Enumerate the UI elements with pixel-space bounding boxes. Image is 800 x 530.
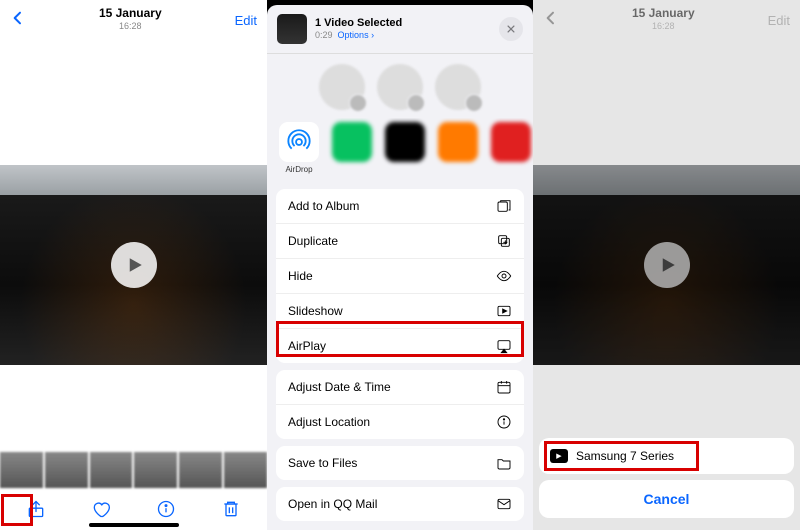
- topbar: 15 January 16:28 Edit: [0, 0, 267, 40]
- contact-avatar[interactable]: [319, 64, 365, 110]
- mail-icon: [496, 496, 512, 512]
- folder-icon: [496, 455, 512, 471]
- edit-button: Edit: [768, 13, 790, 28]
- actions-group-4: Open in QQ Mail: [276, 487, 524, 521]
- back-button[interactable]: [10, 10, 26, 31]
- airplay-popup: ▶ Samsung 7 Series Cancel: [539, 438, 794, 518]
- app-icon[interactable]: [385, 122, 425, 174]
- actions-group-2: Adjust Date & Time Adjust Location: [276, 370, 524, 439]
- contact-avatar[interactable]: [377, 64, 423, 110]
- action-add-to-album[interactable]: Add to Album: [276, 189, 524, 224]
- highlight-airplay: [276, 321, 524, 357]
- close-button[interactable]: [499, 17, 523, 41]
- share-sheet-panel: 1 Video Selected 0:29 Options › Ai: [267, 0, 533, 530]
- action-save-to-files[interactable]: Save to Files: [276, 446, 524, 480]
- thumbnail[interactable]: [224, 452, 267, 488]
- action-duplicate[interactable]: Duplicate: [276, 224, 524, 259]
- app-icon[interactable]: [332, 122, 372, 174]
- title-time: 16:28: [632, 20, 695, 33]
- play-icon: [644, 242, 690, 288]
- home-indicator: [89, 523, 179, 527]
- photos-detail-panel: 15 January 16:28 Edit: [0, 0, 267, 530]
- options-link[interactable]: Options: [338, 30, 369, 40]
- app-icon[interactable]: [438, 122, 478, 174]
- title-time: 16:28: [99, 20, 162, 33]
- video-preview-dimmed: [533, 165, 800, 365]
- action-adjust-date[interactable]: Adjust Date & Time: [276, 370, 524, 405]
- title-date: 15 January: [99, 7, 162, 20]
- contact-avatar[interactable]: [435, 64, 481, 110]
- delete-button[interactable]: [213, 491, 249, 527]
- header-thumbnail: [277, 14, 307, 44]
- contacts-row[interactable]: [267, 54, 533, 118]
- favorite-button[interactable]: [83, 491, 119, 527]
- selected-duration: 0:29: [315, 30, 333, 40]
- airdrop-icon: [279, 122, 319, 162]
- airdrop-app[interactable]: AirDrop: [279, 122, 319, 174]
- album-icon: [496, 198, 512, 214]
- thumbnail-strip[interactable]: [0, 452, 267, 488]
- thumbnail[interactable]: [0, 452, 43, 488]
- thumbnail[interactable]: [45, 452, 88, 488]
- highlight-device: [544, 441, 699, 471]
- cancel-button[interactable]: Cancel: [539, 480, 794, 518]
- calendar-icon: [496, 379, 512, 395]
- chevron-right-icon: ›: [371, 30, 374, 40]
- highlight-share: [1, 494, 33, 526]
- duplicate-icon: [496, 233, 512, 249]
- thumbnail[interactable]: [90, 452, 133, 488]
- topbar-dimmed: 15 January 16:28 Edit: [533, 0, 800, 40]
- video-preview[interactable]: [0, 165, 267, 365]
- thumbnail[interactable]: [134, 452, 177, 488]
- title-date: 15 January: [632, 7, 695, 20]
- info-icon: [496, 414, 512, 430]
- info-button[interactable]: [148, 491, 184, 527]
- action-hide[interactable]: Hide: [276, 259, 524, 294]
- back-button: [543, 10, 559, 31]
- eye-icon: [496, 268, 512, 284]
- page-title: 15 January 16:28: [99, 7, 162, 33]
- action-adjust-location[interactable]: Adjust Location: [276, 405, 524, 439]
- airplay-picker-panel: 15 January 16:28 Edit ▶ Samsung 7 Series…: [533, 0, 800, 530]
- actions-group-3: Save to Files: [276, 446, 524, 480]
- apps-row[interactable]: AirDrop: [267, 118, 533, 182]
- share-sheet: 1 Video Selected 0:29 Options › Ai: [267, 5, 533, 530]
- action-open-qqmail[interactable]: Open in QQ Mail: [276, 487, 524, 521]
- airdrop-label: AirDrop: [279, 165, 319, 174]
- play-button[interactable]: [111, 242, 157, 288]
- airplay-device-list: ▶ Samsung 7 Series: [539, 438, 794, 474]
- play-rect-icon: [496, 303, 512, 319]
- edit-button[interactable]: Edit: [235, 13, 257, 28]
- sheet-header: 1 Video Selected 0:29 Options ›: [267, 5, 533, 54]
- selected-title: 1 Video Selected: [315, 17, 402, 29]
- header-text: 1 Video Selected 0:29 Options ›: [315, 17, 491, 41]
- thumbnail[interactable]: [179, 452, 222, 488]
- page-title: 15 January 16:28: [632, 7, 695, 33]
- app-icon[interactable]: [491, 122, 531, 174]
